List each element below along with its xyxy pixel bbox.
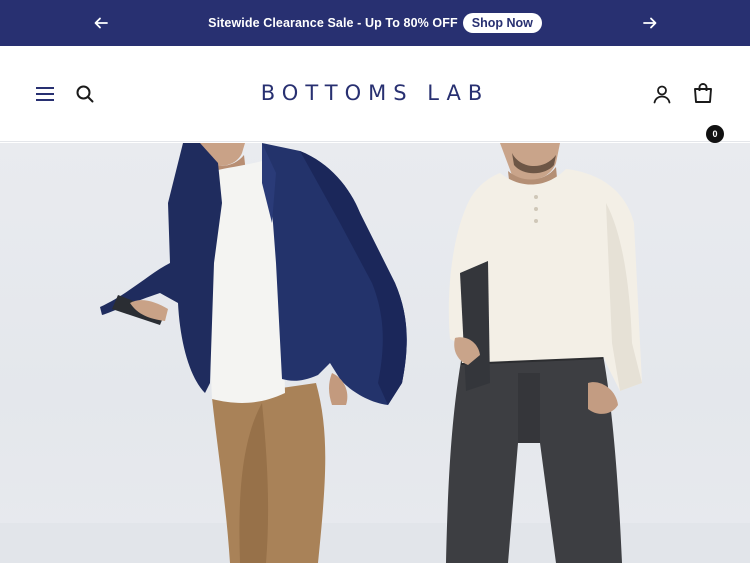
announcement-bar: Sitewide Clearance Sale - Up To 80% OFF …	[0, 0, 750, 46]
arrow-left-icon	[94, 17, 108, 29]
arrow-right-icon	[643, 17, 657, 29]
site-logo[interactable]: BOTTOMS LAB	[250, 81, 500, 105]
hero-photo	[0, 143, 750, 563]
announcement-next-button[interactable]	[630, 0, 670, 46]
right-model-figure	[446, 143, 642, 563]
cart-count-badge: 0	[706, 125, 724, 143]
search-button[interactable]	[75, 84, 97, 106]
search-icon	[76, 85, 94, 103]
left-model-figure	[100, 143, 407, 563]
cart-icon	[694, 83, 712, 103]
site-header: BOTTOMS LAB 0	[0, 46, 750, 143]
hamburger-menu-icon[interactable]	[36, 86, 56, 102]
shop-now-button[interactable]: Shop Now	[462, 13, 542, 33]
cart-button[interactable]	[692, 82, 716, 106]
account-icon	[653, 85, 671, 104]
hero-banner[interactable]	[0, 143, 750, 563]
announcement-prev-button[interactable]	[81, 0, 121, 46]
account-button[interactable]	[652, 84, 674, 106]
announcement-text: Sitewide Clearance Sale - Up To 80% OFF	[208, 16, 458, 30]
